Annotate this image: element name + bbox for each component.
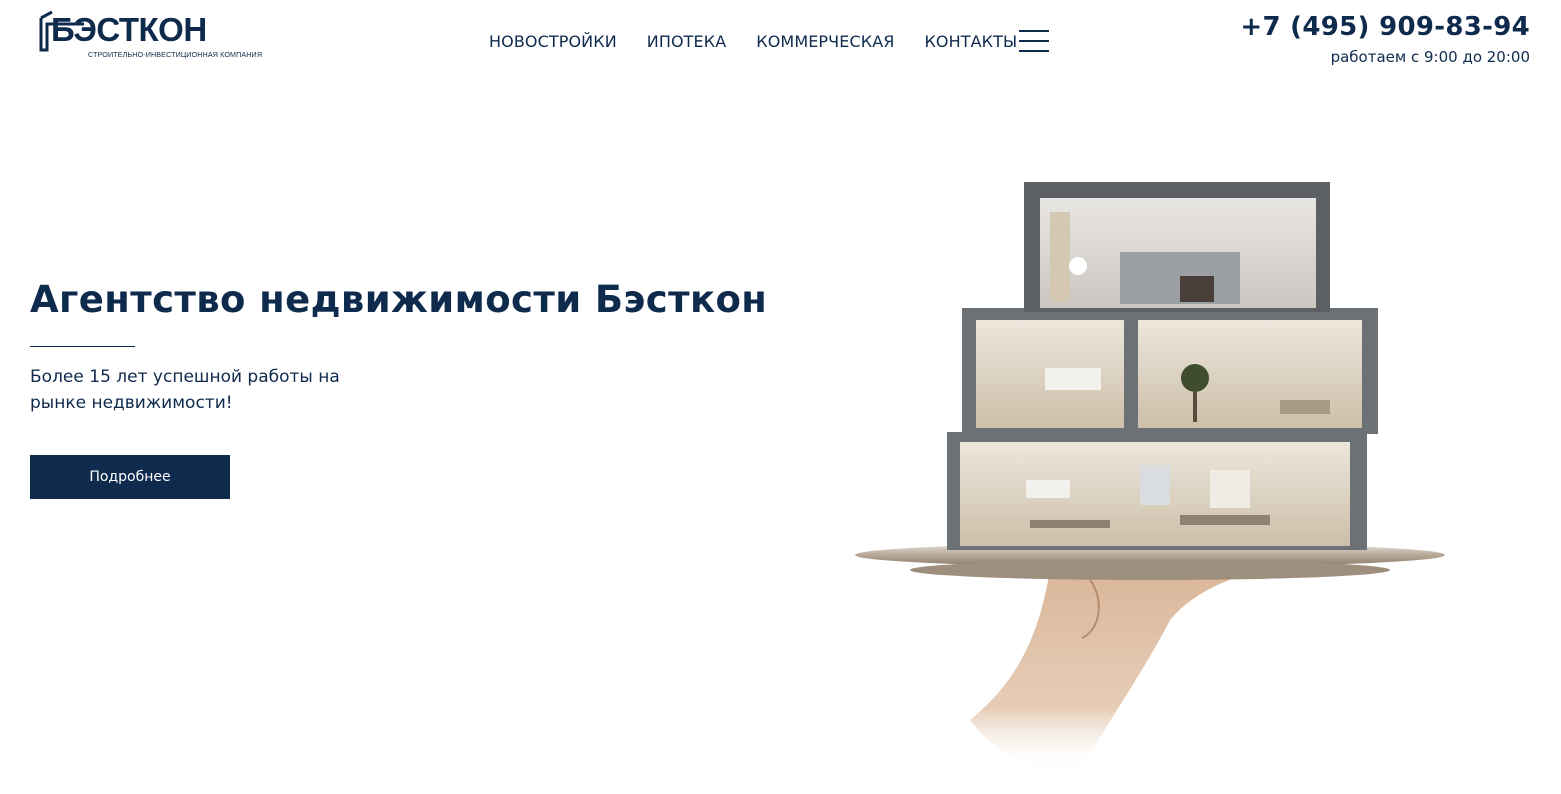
logo-tagline: СТРОИТЕЛЬНО-ИНВЕСТИЦИОННАЯ КОМПАНИЯ bbox=[88, 50, 263, 59]
house-on-tray-illustration bbox=[855, 182, 1445, 773]
more-button[interactable]: Подробнее bbox=[30, 455, 230, 499]
header-contact: +7 (495) 909-83-94 работаем с 9:00 до 20… bbox=[1240, 10, 1530, 67]
main-nav: НОВОСТРОЙКИ ИПОТЕКА КОММЕРЧЕСКАЯ КОНТАКТ… bbox=[489, 30, 1047, 54]
hero-title: Агентство недвижимости Бэсткон bbox=[30, 278, 768, 321]
logo-name: БЭСТКОН bbox=[51, 11, 207, 48]
nav-item-ipoteka[interactable]: ИПОТЕКА bbox=[647, 30, 726, 54]
page: БЭСТКОН СТРОИТЕЛЬНО-ИНВЕСТИЦИОННАЯ КОМПА… bbox=[0, 0, 1561, 794]
working-hours: работаем с 9:00 до 20:00 bbox=[1330, 48, 1530, 66]
hero-subtitle: Более 15 лет успешной работы на рынке не… bbox=[30, 367, 340, 413]
nav-item-kontakty[interactable]: КОНТАКТЫ bbox=[924, 30, 1017, 54]
nav-item-kommercheskaya[interactable]: КОММЕРЧЕСКАЯ bbox=[756, 30, 894, 54]
logo[interactable]: БЭСТКОН СТРОИТЕЛЬНО-ИНВЕСТИЦИОННАЯ КОМПА… bbox=[38, 10, 262, 68]
phone-link[interactable]: +7 (495) 909-83-94 bbox=[1240, 10, 1530, 44]
nav-item-novostroyki[interactable]: НОВОСТРОЙКИ bbox=[489, 30, 617, 54]
hamburger-menu-icon[interactable] bbox=[1019, 30, 1049, 52]
hero-divider bbox=[30, 346, 135, 347]
